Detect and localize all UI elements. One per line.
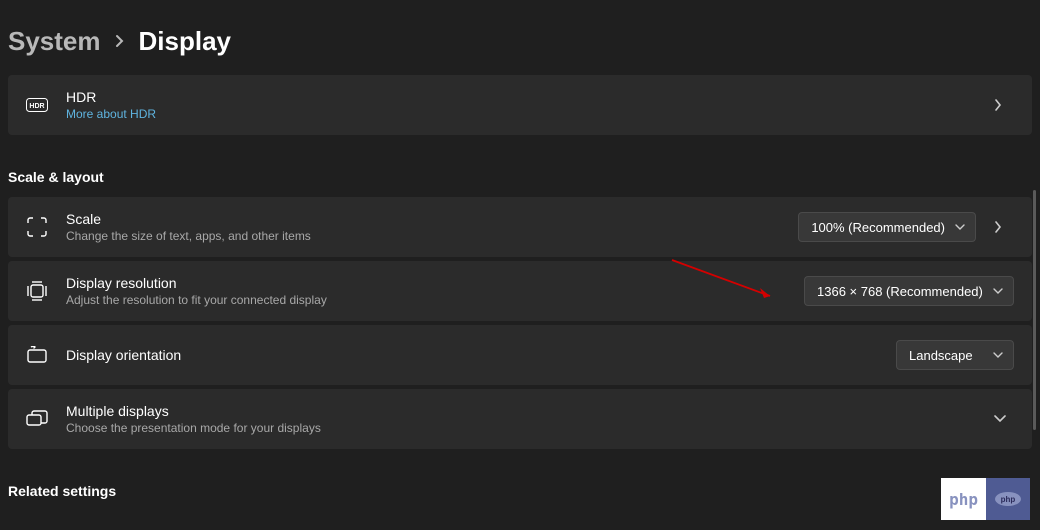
multiple-displays-texts: Multiple displays Choose the presentatio… xyxy=(66,403,994,435)
hdr-card[interactable]: HDR HDR More about HDR xyxy=(8,75,1032,135)
breadcrumb-current: Display xyxy=(139,26,232,57)
chevron-right-icon[interactable] xyxy=(994,221,1014,233)
hdr-texts: HDR More about HDR xyxy=(66,89,994,121)
hdr-title: HDR xyxy=(66,89,994,105)
orientation-texts: Display orientation xyxy=(66,347,896,363)
watermark-logo-icon: php xyxy=(986,478,1030,520)
hdr-icon: HDR xyxy=(26,94,48,116)
scale-title: Scale xyxy=(66,211,798,227)
multiple-displays-title: Multiple displays xyxy=(66,403,994,419)
watermark-text: php xyxy=(949,490,978,509)
scale-card[interactable]: Scale Change the size of text, apps, and… xyxy=(8,197,1032,257)
resolution-icon xyxy=(26,280,48,302)
resolution-subtitle: Adjust the resolution to fit your connec… xyxy=(66,293,804,307)
resolution-card[interactable]: Display resolution Adjust the resolution… xyxy=(8,261,1032,321)
breadcrumb: System Display xyxy=(0,0,1040,75)
orientation-icon xyxy=(26,344,48,366)
multiple-displays-icon xyxy=(26,408,48,430)
resolution-texts: Display resolution Adjust the resolution… xyxy=(66,275,804,307)
orientation-title: Display orientation xyxy=(66,347,896,363)
breadcrumb-parent[interactable]: System xyxy=(8,26,101,57)
scrollbar[interactable] xyxy=(1033,190,1036,430)
hdr-link[interactable]: More about HDR xyxy=(66,107,994,121)
multiple-displays-subtitle: Choose the presentation mode for your di… xyxy=(66,421,994,435)
orientation-dropdown[interactable]: Landscape xyxy=(896,340,1014,370)
chevron-down-icon xyxy=(955,224,965,230)
scale-dropdown[interactable]: 100% (Recommended) xyxy=(798,212,976,242)
scale-texts: Scale Change the size of text, apps, and… xyxy=(66,211,798,243)
svg-text:HDR: HDR xyxy=(29,103,44,110)
resolution-dropdown[interactable]: 1366 × 768 (Recommended) xyxy=(804,276,1014,306)
multiple-displays-card[interactable]: Multiple displays Choose the presentatio… xyxy=(8,389,1032,449)
svg-text:php: php xyxy=(1001,495,1016,504)
orientation-card[interactable]: Display orientation Landscape xyxy=(8,325,1032,385)
orientation-value: Landscape xyxy=(909,348,973,363)
section-scale-layout: Scale & layout xyxy=(8,139,1032,197)
resolution-value: 1366 × 768 (Recommended) xyxy=(817,284,983,299)
section-related-settings: Related settings xyxy=(8,453,1032,511)
chevron-down-icon xyxy=(993,352,1003,358)
scale-icon xyxy=(26,216,48,238)
scale-subtitle: Change the size of text, apps, and other… xyxy=(66,229,798,243)
chevron-down-icon[interactable] xyxy=(994,415,1014,423)
resolution-title: Display resolution xyxy=(66,275,804,291)
chevron-right-icon[interactable] xyxy=(994,99,1014,111)
display-settings-content: HDR HDR More about HDR Scale & layout Sc… xyxy=(0,75,1040,511)
chevron-down-icon xyxy=(993,288,1003,294)
chevron-right-icon xyxy=(115,34,125,48)
watermark: php php xyxy=(941,478,1030,520)
scale-value: 100% (Recommended) xyxy=(811,220,945,235)
